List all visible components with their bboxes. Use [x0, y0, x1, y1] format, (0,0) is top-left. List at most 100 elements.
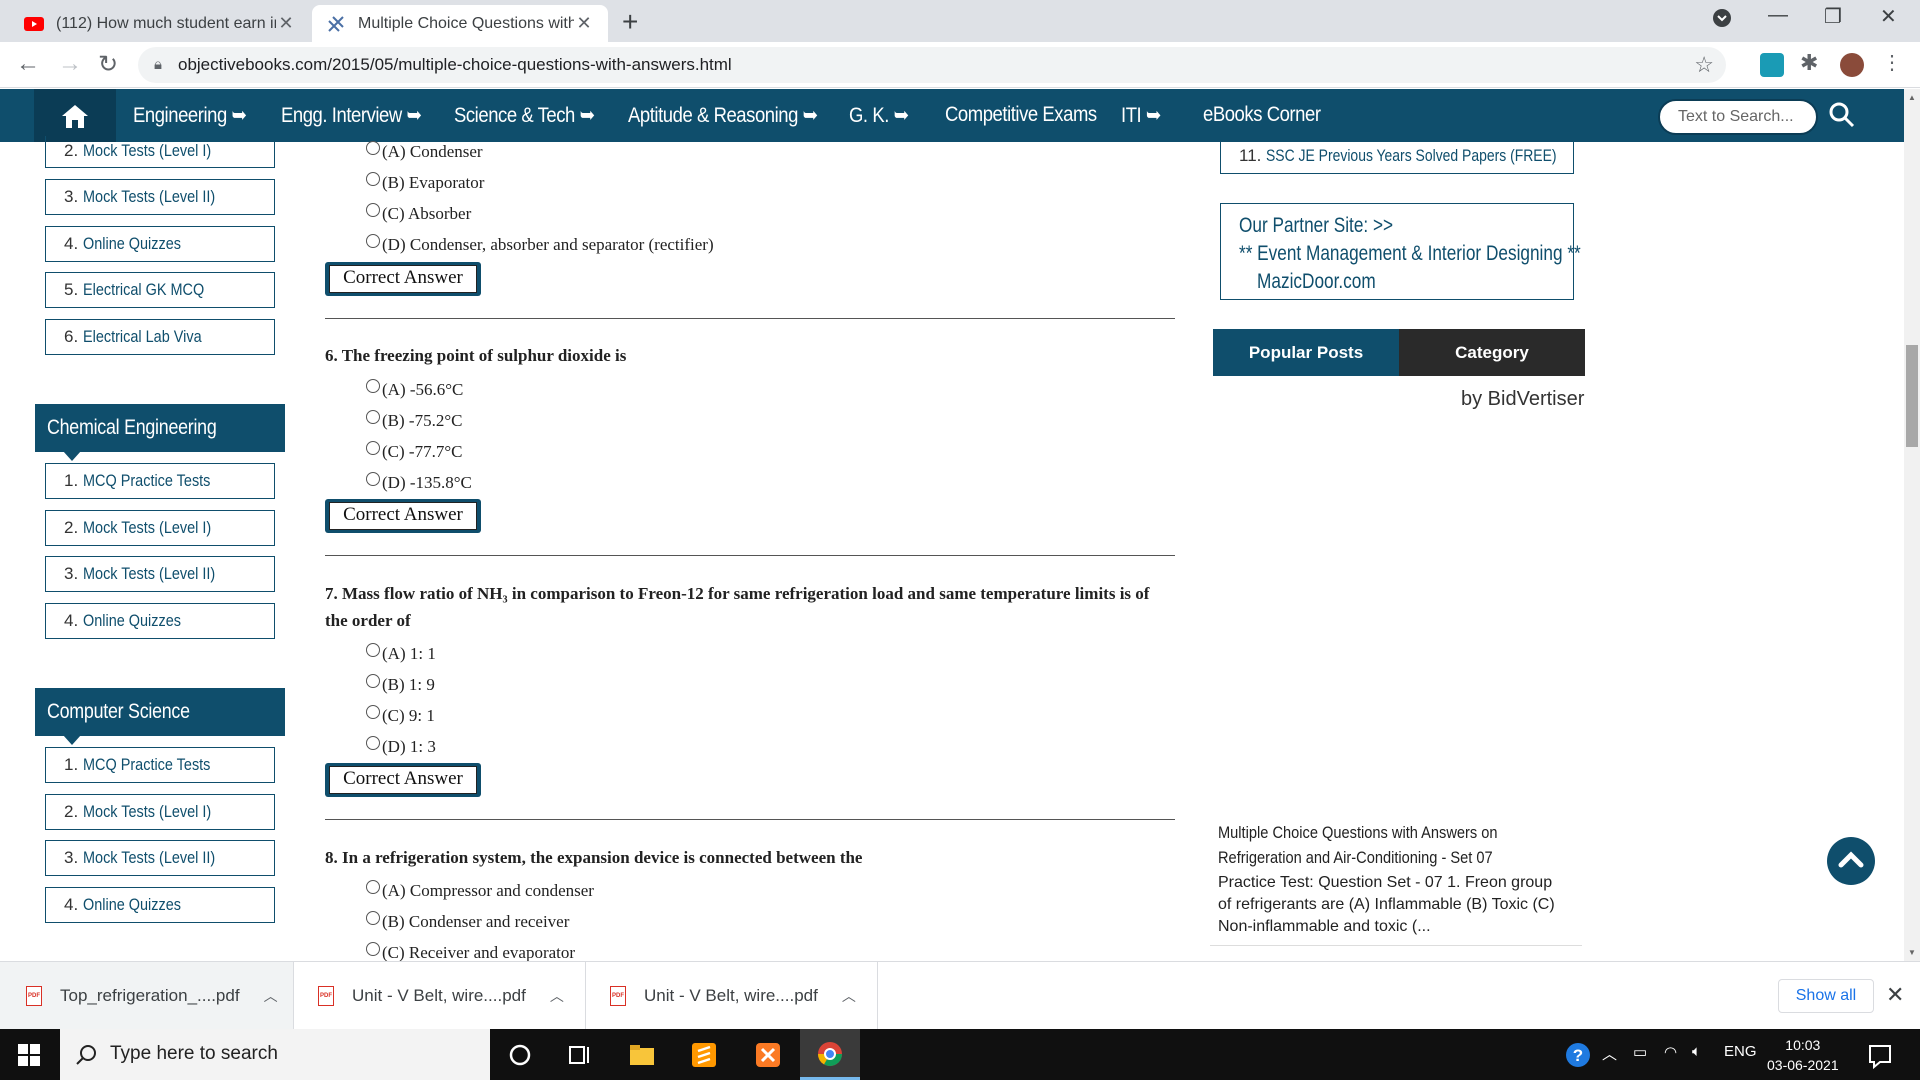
- address-bar[interactable]: 🔒︎ objectivebooks.com/2015/05/multiple-c…: [138, 47, 1726, 83]
- bookmark-star-icon[interactable]: ☆: [1694, 52, 1714, 78]
- option-q7-a[interactable]: (A) 1: 1: [366, 643, 436, 664]
- windows-start-icon[interactable]: [18, 1044, 40, 1066]
- radio-button[interactable]: [366, 643, 380, 657]
- nav-gk[interactable]: G. K. ➥: [849, 103, 909, 128]
- sidebar-link[interactable]: 4. Online Quizzes: [45, 887, 275, 923]
- show-all-button[interactable]: Show all: [1778, 979, 1874, 1013]
- bidvertiser-label[interactable]: by BidVertiser: [1461, 388, 1584, 411]
- show-hidden-icons-icon[interactable]: ︿: [1602, 1043, 1617, 1064]
- correct-answer-button[interactable]: Correct Answer: [325, 262, 481, 296]
- browser-menu-icon[interactable]: ⋮: [1882, 50, 1906, 74]
- radio-button[interactable]: [366, 172, 380, 186]
- sidebar-link[interactable]: 4. Online Quizzes: [45, 226, 275, 262]
- popular-post-title[interactable]: Multiple Choice Questions with Answers o…: [1218, 820, 1579, 870]
- tab-search-icon[interactable]: [1712, 8, 1732, 34]
- radio-button[interactable]: [366, 942, 380, 956]
- wifi-icon[interactable]: ◠: [1664, 1043, 1677, 1061]
- volume-icon[interactable]: 🔈︎: [1692, 1043, 1701, 1060]
- option-q7-d[interactable]: (D) 1: 3: [366, 736, 436, 757]
- nav-science-tech[interactable]: Science & Tech ➥: [454, 103, 595, 128]
- xampp-icon[interactable]: [754, 1041, 782, 1069]
- download-item[interactable]: PDF Top_refrigeration_....pdf ︿: [0, 962, 294, 1030]
- tab-popular-posts[interactable]: Popular Posts: [1213, 329, 1399, 376]
- radio-button[interactable]: [366, 880, 380, 894]
- sidebar-link[interactable]: 4. Online Quizzes: [45, 603, 275, 639]
- close-tab-icon[interactable]: ✕: [276, 13, 296, 34]
- partner-site-box[interactable]: Our Partner Site: >> ** Event Management…: [1220, 203, 1581, 300]
- option-q5-c[interactable]: (C) Absorber: [366, 203, 471, 224]
- close-downloads-icon[interactable]: ✕: [1886, 982, 1904, 1008]
- extensions-puzzle-icon[interactable]: ✱: [1800, 50, 1824, 75]
- taskbar-search-input[interactable]: Type here to search: [60, 1029, 490, 1080]
- ssc-je-link[interactable]: 11. SSC JE Previous Years Solved Papers …: [1220, 138, 1574, 174]
- back-icon[interactable]: ←: [16, 50, 40, 78]
- sidebar-link[interactable]: 3. Mock Tests (Level II): [45, 840, 275, 876]
- radio-button[interactable]: [366, 736, 380, 750]
- option-q7-b[interactable]: (B) 1: 9: [366, 674, 435, 695]
- radio-button[interactable]: [366, 705, 380, 719]
- radio-button[interactable]: [366, 410, 380, 424]
- nav-engineering[interactable]: Engineering ➥: [133, 103, 247, 128]
- scroll-down-arrow-icon[interactable]: ▼: [1908, 948, 1916, 957]
- radio-button[interactable]: [366, 203, 380, 217]
- option-q6-d[interactable]: (D) -135.8°C: [366, 472, 472, 493]
- option-q6-b[interactable]: (B) -75.2°C: [366, 410, 462, 431]
- sidebar-link[interactable]: 6. Electrical Lab Viva: [45, 319, 275, 355]
- restore-icon[interactable]: ❐: [1824, 4, 1842, 29]
- extension-icon[interactable]: [1760, 53, 1784, 77]
- sidebar-link[interactable]: 1. MCQ Practice Tests: [45, 463, 275, 499]
- correct-answer-button[interactable]: Correct Answer: [325, 499, 481, 533]
- close-tab-icon[interactable]: ✕: [574, 13, 594, 34]
- sidebar-link[interactable]: 2. Mock Tests (Level I): [45, 136, 275, 168]
- sidebar-link[interactable]: 2. Mock Tests (Level I): [45, 510, 275, 546]
- nav-ebooks-corner[interactable]: eBooks Corner: [1203, 103, 1321, 127]
- sidebar-link[interactable]: 3. Mock Tests (Level II): [45, 179, 275, 215]
- notification-icon[interactable]: [1866, 1042, 1894, 1070]
- option-q5-a[interactable]: (A) Condenser: [366, 141, 483, 162]
- language-indicator[interactable]: ENG: [1724, 1043, 1757, 1060]
- forward-icon[interactable]: →: [58, 50, 82, 78]
- scrollbar-thumb[interactable]: [1906, 345, 1918, 447]
- tab-youtube[interactable]: (112) How much student earn in ✕: [10, 5, 310, 42]
- radio-button[interactable]: [366, 674, 380, 688]
- nav-iti[interactable]: ITI ➥: [1121, 103, 1161, 128]
- system-clock[interactable]: 10:03 03-06-2021: [1767, 1035, 1839, 1075]
- cortana-icon[interactable]: [506, 1041, 534, 1069]
- option-q7-c[interactable]: (C) 9: 1: [366, 705, 435, 726]
- sidebar-link[interactable]: 1. MCQ Practice Tests: [45, 747, 275, 783]
- page-scrollbar[interactable]: ▲ ▼: [1904, 89, 1920, 961]
- option-q6-c[interactable]: (C) -77.7°C: [366, 441, 462, 462]
- radio-button[interactable]: [366, 911, 380, 925]
- radio-button[interactable]: [366, 472, 380, 486]
- nav-engg-interview[interactable]: Engg. Interview ➥: [281, 103, 422, 128]
- close-window-icon[interactable]: ✕: [1880, 4, 1897, 29]
- file-explorer-icon[interactable]: [628, 1041, 656, 1069]
- tab-category[interactable]: Category: [1399, 329, 1585, 376]
- option-q8-c[interactable]: (C) Receiver and evaporator: [366, 942, 575, 963]
- back-to-top-button[interactable]: [1827, 837, 1875, 885]
- home-button[interactable]: [34, 89, 116, 142]
- option-q8-b[interactable]: (B) Condenser and receiver: [366, 911, 569, 932]
- new-tab-icon[interactable]: +: [622, 6, 638, 38]
- chevron-up-icon[interactable]: ︿: [842, 986, 856, 1006]
- radio-button[interactable]: [366, 141, 380, 155]
- help-icon[interactable]: ?: [1564, 1041, 1592, 1069]
- minimize-icon[interactable]: —: [1768, 4, 1788, 27]
- chrome-taskbar-button[interactable]: [800, 1029, 860, 1080]
- battery-icon[interactable]: ▭: [1633, 1043, 1647, 1061]
- option-q8-a[interactable]: (A) Compressor and condenser: [366, 880, 594, 901]
- option-q5-b[interactable]: (B) Evaporator: [366, 172, 484, 193]
- reload-icon[interactable]: ↻: [98, 50, 118, 79]
- radio-button[interactable]: [366, 234, 380, 248]
- sidebar-link[interactable]: 5. Electrical GK MCQ: [45, 272, 275, 308]
- option-q5-d[interactable]: (D) Condenser, absorber and separator (r…: [366, 234, 714, 255]
- tab-objectivebooks[interactable]: Multiple Choice Questions with A ✕: [312, 5, 608, 42]
- task-view-icon[interactable]: [566, 1041, 594, 1069]
- scroll-up-arrow-icon[interactable]: ▲: [1908, 93, 1916, 102]
- chevron-up-icon[interactable]: ︿: [550, 986, 564, 1006]
- sublime-text-icon[interactable]: [690, 1041, 718, 1069]
- sidebar-link[interactable]: 2. Mock Tests (Level I): [45, 794, 275, 830]
- sidebar-link[interactable]: 3. Mock Tests (Level II): [45, 556, 275, 592]
- correct-answer-button[interactable]: Correct Answer: [325, 763, 481, 797]
- site-search-input[interactable]: Text to Search...: [1658, 99, 1818, 135]
